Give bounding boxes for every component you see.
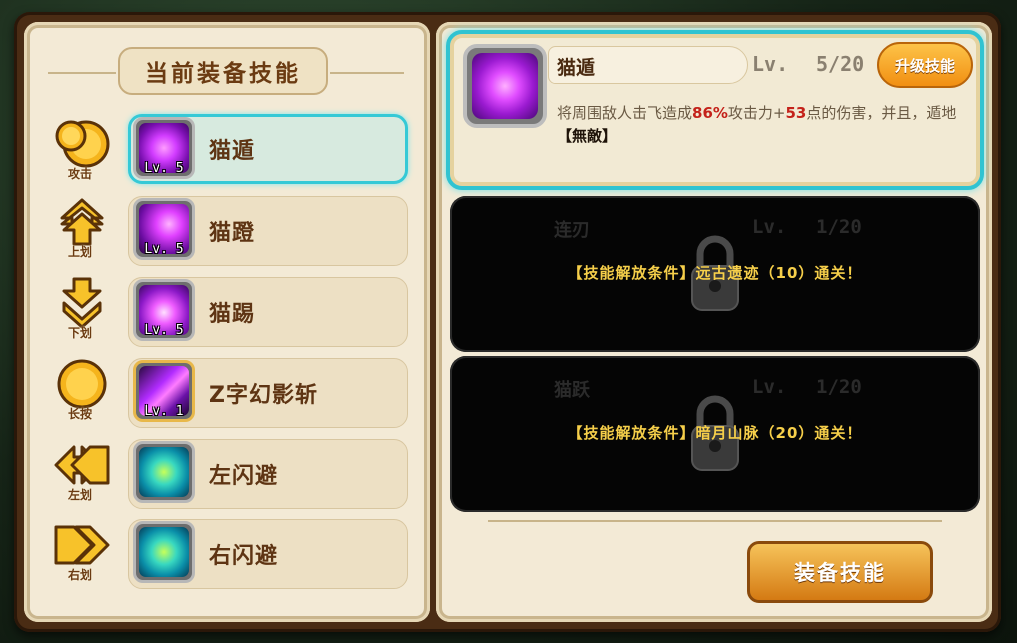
skill-slot-1[interactable]: Lv. 5 猫遁 (128, 114, 408, 184)
skill-name: 右闪避 (209, 544, 279, 569)
unlock-condition: 【技能解放条件】远古遗迹（10）通关！ (567, 264, 863, 282)
key-label: 上划 (67, 245, 92, 259)
selected-skill-name: 猫遁 (557, 57, 596, 79)
skill-level: Lv. 5 (144, 242, 184, 257)
skill-slot-5[interactable]: 左闪避 (128, 439, 408, 509)
key-long-press: 长按 (48, 358, 112, 430)
key-swipe-up: 上划 (48, 196, 112, 268)
key-swipe-left: 左划 (48, 439, 112, 511)
locked-skill-card-2[interactable]: 猫跃 Lv. 1/20 【技能解放条件】暗月山脉（20）通关！ (450, 356, 980, 512)
skill-name: 左闪避 (209, 464, 279, 489)
purple-vortex-icon: Lv. 5 (133, 117, 195, 179)
skill-level: Lv. 5 (144, 161, 184, 176)
key-label: 长按 (67, 407, 92, 421)
skill-description: 将周围敌人击飞造成86%攻击力+53点的伤害，并且，遁地【無敵】 (557, 102, 957, 148)
attack-circle-icon (55, 120, 110, 168)
desc-text: 将周围敌人击飞造成 (557, 104, 693, 122)
key-swipe-down: 下划 (48, 277, 112, 349)
skill-level: Lv. 1 (144, 404, 184, 419)
desc-number: 53 (785, 104, 807, 122)
level-value: 5/20 (816, 52, 865, 76)
panel-title: 当前装备技能 (118, 47, 328, 95)
swipe-up-arrow-icon (60, 198, 104, 246)
purple-vortex-icon (463, 44, 547, 128)
dodge-right-icon (133, 521, 195, 583)
locked-level-value: 1/20 (816, 216, 862, 238)
skill-name: 猫遁 (209, 139, 256, 164)
desc-percent: 86% (692, 104, 728, 122)
swipe-down-arrow-icon (62, 277, 102, 329)
locked-level-label: Lv. (752, 376, 787, 398)
key-attack: 攻击 (48, 118, 112, 190)
key-label: 左划 (67, 488, 92, 502)
z-slash-icon: Lv. 1 (133, 360, 195, 422)
level-label: Lv. (752, 52, 789, 76)
key-label: 下划 (67, 326, 92, 340)
locked-level-value: 1/20 (816, 376, 862, 398)
skill-name: Z字幻影斩 (209, 383, 318, 408)
skill-slot-3[interactable]: Lv. 5 猫踢 (128, 277, 408, 347)
bottom-divider (488, 520, 942, 522)
purple-burst-icon: Lv. 5 (133, 279, 195, 341)
desc-tag: 【無敵】 (557, 127, 618, 145)
dodge-left-icon (133, 441, 195, 503)
swipe-right-arrow-icon (54, 525, 110, 565)
skill-slot-4[interactable]: Lv. 1 Z字幻影斩 (128, 358, 408, 428)
skill-slot-2[interactable]: Lv. 5 猫蹬 (128, 196, 408, 266)
header-divider-right (330, 72, 404, 74)
key-swipe-right: 右划 (48, 519, 112, 591)
purple-kick-icon: Lv. 5 (133, 198, 195, 260)
skill-name: 猫蹬 (209, 221, 256, 246)
desc-text: 点的伤害，并且，遁地 (806, 104, 957, 122)
locked-skill-card-1[interactable]: 连刃 Lv. 1/20 【技能解放条件】远古遗迹（10）通关！ (450, 196, 980, 352)
locked-level-label: Lv. (752, 216, 787, 238)
upgrade-skill-button[interactable]: 升级技能 (877, 42, 973, 88)
key-label: 右划 (67, 568, 92, 582)
skill-level: Lv. 5 (144, 323, 184, 338)
desc-text: 攻击力+ (727, 104, 786, 122)
unlock-condition: 【技能解放条件】暗月山脉（20）通关！ (567, 424, 863, 442)
swipe-left-arrow-icon (54, 445, 110, 485)
header-divider-left (48, 72, 116, 74)
locked-skill-name: 猫跃 (554, 380, 590, 401)
locked-skill-name: 连刃 (554, 220, 590, 241)
key-label: 攻击 (67, 167, 92, 181)
skill-slot-6[interactable]: 右闪避 (128, 519, 408, 589)
equip-skill-button[interactable]: 装备技能 (747, 541, 933, 603)
skill-name: 猫踢 (209, 302, 256, 327)
long-press-circle-icon (57, 359, 107, 409)
